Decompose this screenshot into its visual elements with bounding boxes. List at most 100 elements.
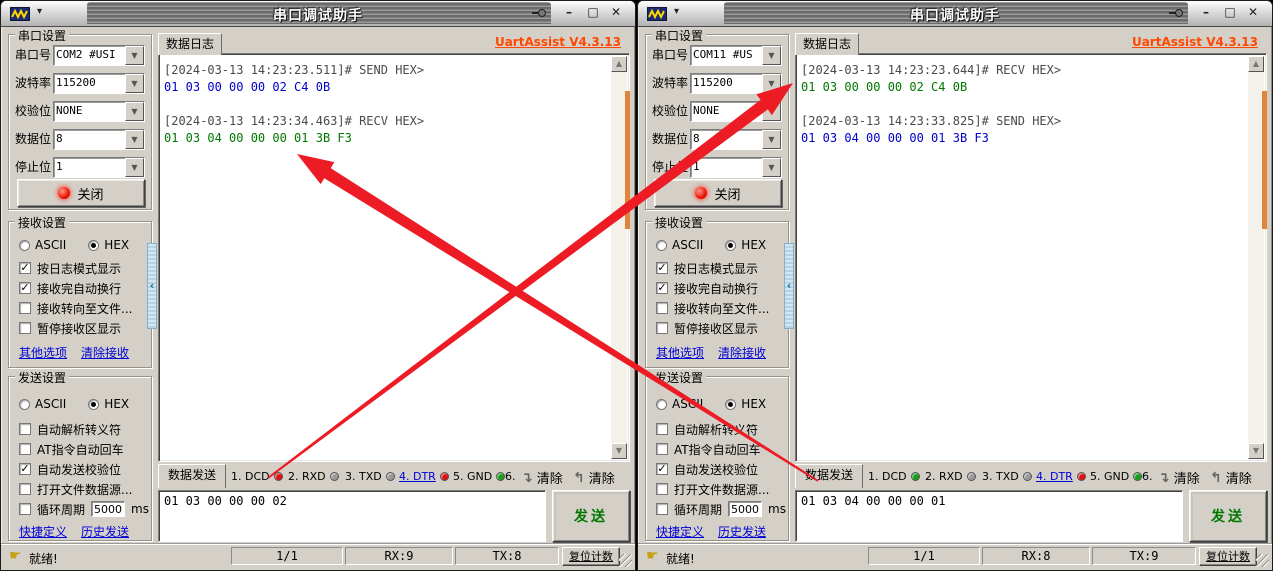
scroll-down-icon[interactable]: ▼ bbox=[611, 443, 627, 459]
indicator-dtr: 4. DTR bbox=[1036, 470, 1086, 483]
clear-receive-link[interactable]: 清除接收 bbox=[718, 344, 766, 361]
clear-send-button[interactable]: ↰ 清除 bbox=[573, 468, 615, 487]
baud-select[interactable]: 115200 ▼ bbox=[690, 73, 782, 94]
dropdown-icon[interactable]: ▼ bbox=[762, 158, 781, 177]
dropdown-icon[interactable]: ▼ bbox=[762, 102, 781, 121]
checkbox-cycle-period[interactable]: 循环周期 5000 ms bbox=[656, 501, 786, 517]
checkbox-at-cr[interactable]: AT指令自动回车 bbox=[19, 441, 124, 457]
reset-count-button[interactable]: 复位计数 bbox=[562, 547, 620, 566]
parity-select[interactable]: NONE ▼ bbox=[53, 101, 145, 122]
dropdown-icon[interactable]: ▼ bbox=[125, 130, 144, 149]
stopbits-select[interactable]: 1 ▼ bbox=[690, 157, 782, 178]
minimize-button[interactable]: – bbox=[559, 5, 579, 22]
send-hex-radio[interactable]: HEX bbox=[88, 397, 129, 411]
clear-send-button[interactable]: ↰ 清除 bbox=[1210, 468, 1252, 487]
indicator-dtr-link[interactable]: 4. DTR bbox=[399, 470, 436, 483]
checkbox-escape-parse[interactable]: 自动解析转义符 bbox=[19, 421, 121, 437]
checkbox-auto-newline[interactable]: 接收完自动换行 bbox=[19, 280, 121, 296]
dropdown-icon[interactable]: ▼ bbox=[762, 130, 781, 149]
quick-define-link[interactable]: 快捷定义 bbox=[19, 523, 67, 540]
scroll-up-icon[interactable]: ▲ bbox=[611, 56, 627, 72]
recv-ascii-radio[interactable]: ASCII bbox=[19, 238, 66, 252]
dropdown-icon[interactable]: ▼ bbox=[125, 74, 144, 93]
cycle-period-input[interactable]: 5000 bbox=[728, 501, 762, 517]
side-expand-strip[interactable] bbox=[1262, 91, 1267, 229]
history-send-link[interactable]: 历史发送 bbox=[718, 523, 766, 540]
send-button[interactable]: 发送 bbox=[552, 490, 630, 542]
serial-assistant-window: ▾ 串口调试助手 – □ ✕ 串口设置 串口号 COM11 #US ▼ 波特率 bbox=[637, 0, 1273, 571]
maximize-button[interactable]: □ bbox=[1220, 5, 1240, 22]
databits-select[interactable]: 8 ▼ bbox=[690, 129, 782, 150]
cycle-period-input[interactable]: 5000 bbox=[91, 501, 125, 517]
minimize-button[interactable]: – bbox=[1196, 5, 1216, 22]
checkbox-file-source[interactable]: 打开文件数据源... bbox=[656, 481, 769, 497]
send-data-input[interactable]: 01 03 04 00 00 00 01 bbox=[795, 490, 1183, 542]
checkbox-pause-display[interactable]: 暂停接收区显示 bbox=[656, 320, 758, 336]
side-expand-strip[interactable] bbox=[625, 91, 630, 229]
checkbox-log-mode[interactable]: 按日志模式显示 bbox=[19, 260, 121, 276]
quick-define-link[interactable]: 快捷定义 bbox=[656, 523, 704, 540]
checkbox-escape-parse[interactable]: 自动解析转义符 bbox=[656, 421, 758, 437]
dropdown-icon[interactable]: ▼ bbox=[762, 46, 781, 65]
reset-count-button[interactable]: 复位计数 bbox=[1199, 547, 1257, 566]
resize-grip[interactable] bbox=[1256, 554, 1269, 567]
clear-receive-button[interactable]: ↴ 清除 bbox=[521, 468, 563, 487]
titlebar[interactable]: ▾ 串口调试助手 – □ ✕ bbox=[1, 1, 635, 27]
checkbox-auto-checksum[interactable]: 自动发送校验位 bbox=[656, 461, 758, 477]
checkbox-log-mode[interactable]: 按日志模式显示 bbox=[656, 260, 758, 276]
stopbits-select[interactable]: 1 ▼ bbox=[53, 157, 145, 178]
resize-grip[interactable] bbox=[619, 554, 632, 567]
checkbox-auto-checksum[interactable]: 自动发送校验位 bbox=[19, 461, 121, 477]
tab-data-send[interactable]: 数据发送 bbox=[158, 464, 226, 488]
maximize-button[interactable]: □ bbox=[583, 5, 603, 22]
pin-icon[interactable] bbox=[531, 5, 547, 21]
dropdown-icon[interactable]: ▼ bbox=[125, 158, 144, 177]
close-port-button[interactable]: 关闭 bbox=[17, 179, 145, 207]
window-close-button[interactable]: ✕ bbox=[1243, 5, 1263, 22]
data-log-area[interactable]: [2024-03-13 14:23:23.511]# SEND HEX> 01 … bbox=[158, 53, 630, 462]
port-select[interactable]: COM2 #USI ▼ bbox=[53, 45, 145, 66]
close-port-button[interactable]: 关闭 bbox=[654, 179, 782, 207]
checkbox-redirect-file[interactable]: 接收转向至文件... bbox=[19, 300, 132, 316]
send-ascii-radio[interactable]: ASCII bbox=[19, 397, 66, 411]
send-button[interactable]: 发送 bbox=[1189, 490, 1267, 542]
clear-receive-button[interactable]: ↴ 清除 bbox=[1158, 468, 1200, 487]
tab-data-send[interactable]: 数据发送 bbox=[795, 464, 863, 488]
version-link[interactable]: UartAssist V4.3.13 bbox=[495, 35, 621, 49]
port-select[interactable]: COM11 #US ▼ bbox=[690, 45, 782, 66]
checkbox-auto-newline[interactable]: 接收完自动换行 bbox=[656, 280, 758, 296]
clear-receive-link[interactable]: 清除接收 bbox=[81, 344, 129, 361]
dropdown-icon[interactable]: ▼ bbox=[125, 46, 144, 65]
tab-data-log[interactable]: 数据日志 bbox=[158, 33, 222, 55]
baud-select[interactable]: 115200 ▼ bbox=[53, 73, 145, 94]
recv-ascii-radio[interactable]: ASCII bbox=[656, 238, 703, 252]
version-link[interactable]: UartAssist V4.3.13 bbox=[1132, 35, 1258, 49]
other-options-link[interactable]: 其他选项 bbox=[19, 344, 67, 361]
checkbox-pause-display[interactable]: 暂停接收区显示 bbox=[19, 320, 121, 336]
collapse-panel-handle[interactable]: ‹ bbox=[784, 243, 794, 329]
dropdown-icon[interactable]: ▼ bbox=[762, 74, 781, 93]
send-ascii-radio[interactable]: ASCII bbox=[656, 397, 703, 411]
data-log-area[interactable]: [2024-03-13 14:23:23.644]# RECV HEX> 01 … bbox=[795, 53, 1267, 462]
indicator-dtr-link[interactable]: 4. DTR bbox=[1036, 470, 1073, 483]
pin-icon[interactable] bbox=[1168, 5, 1184, 21]
checkbox-cycle-period[interactable]: 循环周期 5000 ms bbox=[19, 501, 149, 517]
parity-select[interactable]: NONE ▼ bbox=[690, 101, 782, 122]
scroll-up-icon[interactable]: ▲ bbox=[1248, 56, 1264, 72]
checkbox-file-source[interactable]: 打开文件数据源... bbox=[19, 481, 132, 497]
dropdown-icon[interactable]: ▼ bbox=[125, 102, 144, 121]
databits-select[interactable]: 8 ▼ bbox=[53, 129, 145, 150]
recv-hex-radio[interactable]: HEX bbox=[725, 238, 766, 252]
window-close-button[interactable]: ✕ bbox=[606, 5, 626, 22]
history-send-link[interactable]: 历史发送 bbox=[81, 523, 129, 540]
collapse-panel-handle[interactable]: ‹ bbox=[147, 243, 157, 329]
scroll-down-icon[interactable]: ▼ bbox=[1248, 443, 1264, 459]
titlebar[interactable]: ▾ 串口调试助手 – □ ✕ bbox=[638, 1, 1272, 27]
recv-hex-radio[interactable]: HEX bbox=[88, 238, 129, 252]
checkbox-at-cr[interactable]: AT指令自动回车 bbox=[656, 441, 761, 457]
tab-data-log[interactable]: 数据日志 bbox=[795, 33, 859, 55]
send-hex-radio[interactable]: HEX bbox=[725, 397, 766, 411]
checkbox-redirect-file[interactable]: 接收转向至文件... bbox=[656, 300, 769, 316]
send-data-input[interactable]: 01 03 00 00 00 02 bbox=[158, 490, 546, 542]
other-options-link[interactable]: 其他选项 bbox=[656, 344, 704, 361]
